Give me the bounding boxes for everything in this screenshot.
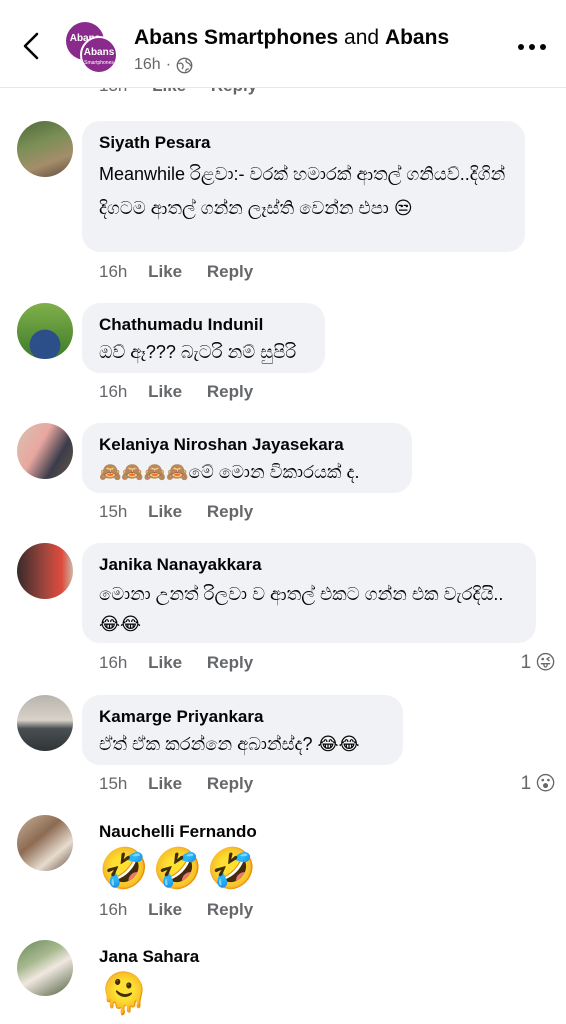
more-horizontal-icon [518, 44, 546, 50]
avatar[interactable] [17, 303, 73, 359]
comment-author[interactable]: Chathumadu Indunil [99, 315, 308, 335]
comment-time: 16h [99, 262, 128, 281]
comment-author[interactable]: Janika Nanayakkara [99, 555, 519, 575]
comment-author[interactable]: Kamarge Priyankara [99, 707, 386, 727]
comment-bubble: Chathumadu Indunil ඔව් ඈ??? බැටරි නම් සු… [82, 303, 325, 373]
post-header: Abans Abans Smartphones Abans Smartphones… [0, 0, 566, 88]
comment-actions: 16h Like Reply [99, 262, 273, 282]
comment-bubble: Siyath Pesara Meanwhile රිළවා:- වරක් හමා… [82, 121, 525, 252]
comment-bubble: Janika Nanayakkara මොනා උනත් රිලවා ව ආතල… [82, 543, 536, 643]
avatar[interactable] [17, 543, 73, 599]
comment-actions: 16h Like Reply [99, 653, 273, 673]
reply-link[interactable]: Reply [207, 262, 253, 281]
comment-text: ඔව් ඈ??? බැටරි නම් සුපිරි [99, 342, 297, 362]
comment-author[interactable]: Nauchelli Fernando [99, 822, 260, 842]
comment-time: 15h [99, 774, 128, 793]
page-avatar[interactable]: Abans Abans Smartphones [66, 22, 118, 74]
post-meta: 16h · [134, 56, 193, 74]
comment-time: 15h [99, 502, 128, 521]
like-link[interactable]: Like [148, 382, 182, 401]
reply-link[interactable]: Reply [207, 653, 253, 672]
comment-actions: 15h Like Reply [99, 502, 273, 522]
avatar[interactable] [17, 695, 73, 751]
reaction-count: 1 [520, 772, 532, 794]
abans-smartphones-logo-avatar: Abans Smartphones [80, 36, 118, 74]
like-link[interactable]: Like [148, 502, 182, 521]
comment-body: Nauchelli Fernando 🤣🤣🤣 [82, 822, 277, 894]
comment-author[interactable]: Siyath Pesara [99, 133, 508, 153]
reply-link[interactable]: Reply [207, 900, 253, 919]
comment-actions: 15h Like Reply [99, 774, 273, 794]
post-time[interactable]: 16h [134, 56, 161, 74]
comment-author[interactable]: Kelaniya Niroshan Jayasekara [99, 435, 395, 455]
comment-emoji: 🫠 [99, 972, 153, 1016]
wow-reaction-icon: 😮 [535, 773, 556, 795]
haha-reaction-icon: 😜 [535, 652, 556, 674]
more-options-button[interactable] [512, 32, 552, 62]
back-button[interactable] [14, 28, 50, 64]
comment-emoji: 🤣🤣🤣 [99, 847, 261, 891]
like-link[interactable]: Like [148, 262, 182, 281]
page-name-1: Abans Smartphones [134, 26, 339, 49]
like-link[interactable]: Like [148, 900, 182, 919]
like-link[interactable]: Like [148, 774, 182, 793]
comment-bubble: Kelaniya Niroshan Jayasekara 🙈🙈🙈🙈මේ මොන … [82, 423, 412, 493]
avatar[interactable] [17, 423, 73, 479]
avatar[interactable] [17, 121, 73, 177]
reply-link[interactable]: Reply [207, 502, 253, 521]
reply-link[interactable]: Reply [207, 382, 253, 401]
comment-actions: 16h Like Reply [99, 382, 273, 402]
comment-actions: 16h Like Reply [99, 900, 273, 920]
page-name-2: Abans [384, 26, 450, 49]
comment-bubble: Kamarge Priyankara ඒත් ඒක කරන්නෙ අබාන්ස්… [82, 695, 403, 765]
avatar[interactable] [17, 940, 73, 996]
comment-author[interactable]: Jana Sahara [99, 947, 199, 967]
comment-time: 16h [99, 653, 128, 672]
chevron-left-icon [23, 32, 39, 60]
comment-body: Jana Sahara 🫠 [82, 947, 216, 1019]
reaction-summary[interactable]: 1 😜 [521, 650, 556, 675]
comment-text: Meanwhile රිළවා:- වරක් හමාරක් ආතල් ගනියව… [99, 164, 506, 218]
comment-text: ඒත් ඒක කරන්නෙ අබාන්ස්ද? 😂😂 [99, 734, 360, 754]
reaction-count: 1 [520, 651, 532, 673]
comment-time: 16h [99, 382, 128, 401]
comment-text: 🙈🙈🙈🙈මේ මොන විකාරයක් ද. [99, 462, 360, 482]
like-link[interactable]: Like [148, 653, 182, 672]
globe-icon [176, 57, 193, 73]
post-title[interactable]: Abans Smartphones and Abans [134, 26, 449, 50]
reaction-summary[interactable]: 1 😮 [521, 771, 556, 796]
comment-text: මොනා උනත් රිලවා ව ආතල් එකට ගන්න එක වැරදි… [99, 584, 504, 634]
comment-time: 16h [99, 900, 128, 919]
avatar[interactable] [17, 815, 73, 871]
reply-link[interactable]: Reply [207, 774, 253, 793]
